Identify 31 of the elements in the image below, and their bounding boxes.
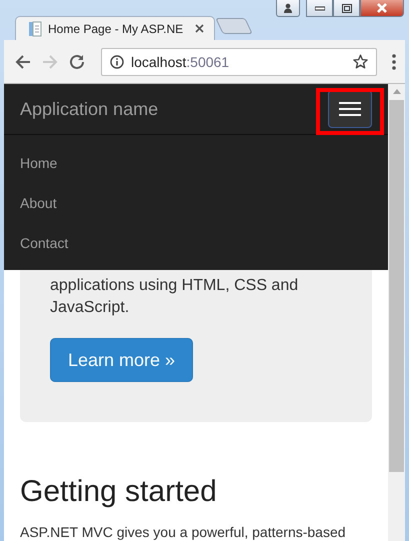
scroll-thumb[interactable] <box>389 100 404 472</box>
page-icon <box>28 20 42 36</box>
address-bar[interactable]: localhost:50061 <box>101 48 377 76</box>
url-text: localhost:50061 <box>131 54 230 70</box>
scrollbar[interactable] <box>388 84 405 541</box>
section-text: ASP.NET MVC gives you a powerful, patterns-based <box>20 523 347 541</box>
maximize-icon <box>342 4 352 12</box>
menu-icon[interactable] <box>392 54 396 70</box>
user-icon <box>283 3 293 13</box>
info-icon <box>110 54 124 68</box>
reload-icon[interactable] <box>68 52 86 70</box>
learn-more-button[interactable]: Learn more » <box>50 338 194 382</box>
back-icon[interactable] <box>14 52 32 70</box>
star-icon[interactable] <box>353 54 368 69</box>
nav-link[interactable]: Home <box>4 143 388 183</box>
jumbotron-text: applications using HTML, CSS and JavaScript. <box>50 276 300 318</box>
close-button[interactable] <box>360 0 404 17</box>
tab-title: Home Page - My ASP.NE <box>48 22 184 36</box>
brand-link[interactable]: Application name <box>20 98 158 120</box>
menu-toggle-button[interactable] <box>328 90 372 128</box>
maximize-button[interactable] <box>333 0 360 17</box>
close-icon[interactable] <box>195 24 204 33</box>
nav-link[interactable]: About <box>4 183 388 223</box>
browser-tab[interactable]: Home Page - My ASP.NE <box>15 16 215 40</box>
minimize-icon <box>314 5 324 11</box>
close-icon <box>376 3 388 13</box>
minimize-button[interactable] <box>306 0 333 17</box>
user-button[interactable] <box>276 0 300 17</box>
menu-icon <box>339 102 361 116</box>
section-heading: Getting started <box>20 474 218 510</box>
nav-link[interactable]: Contact <box>4 223 388 263</box>
